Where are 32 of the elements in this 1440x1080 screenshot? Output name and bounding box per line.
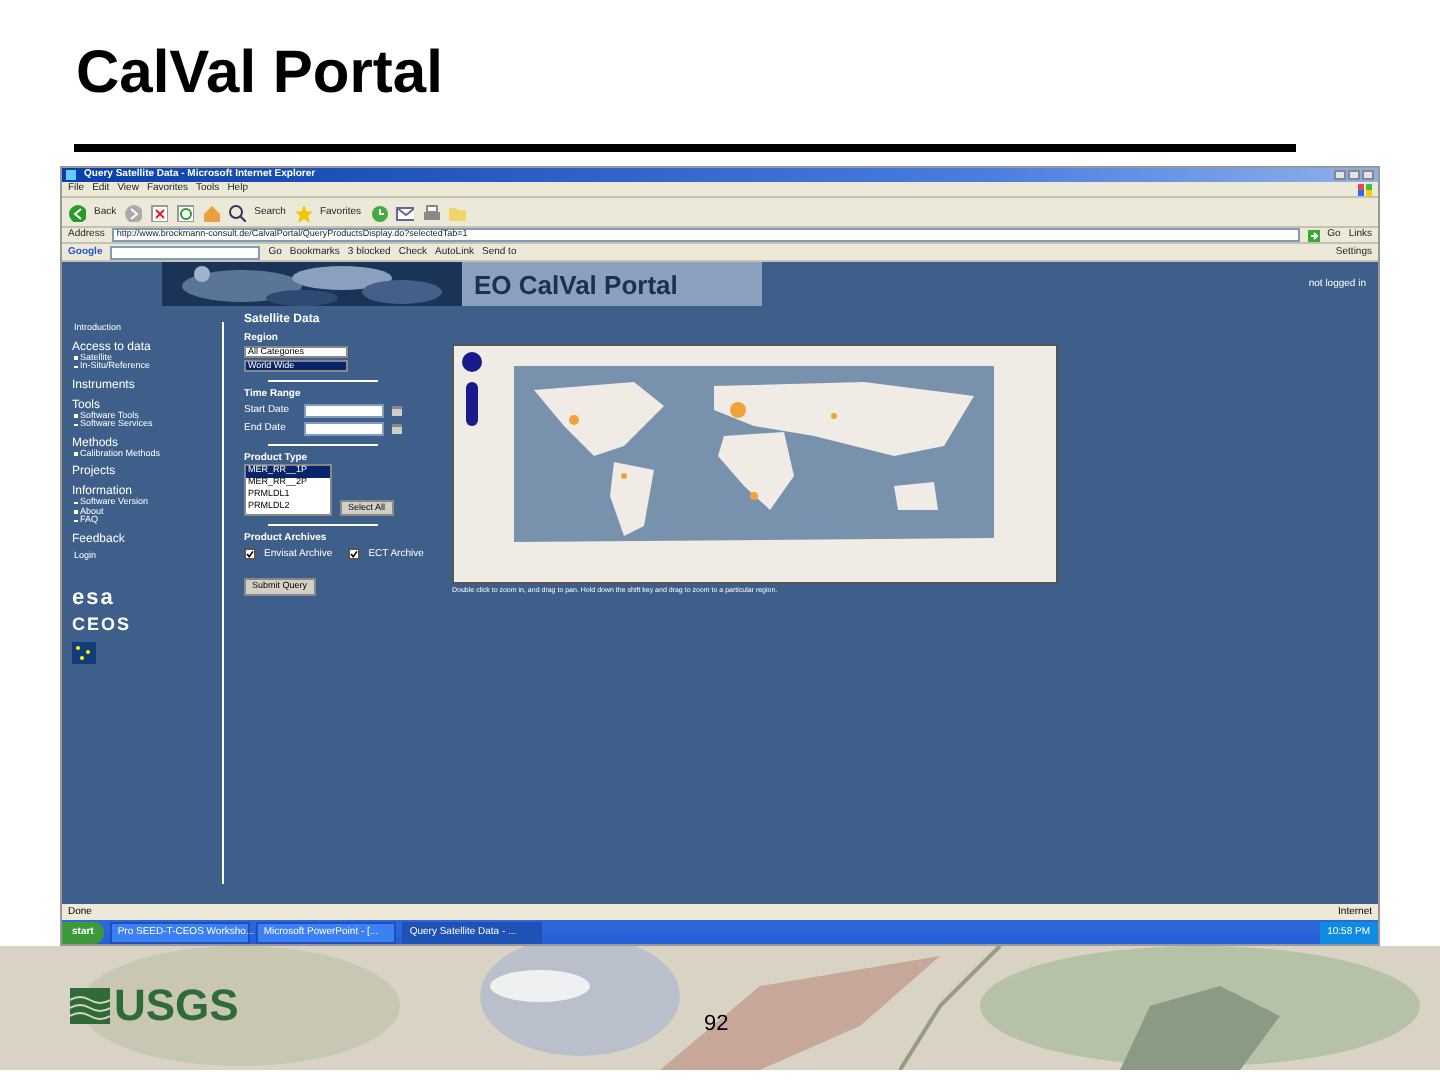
minimize-button[interactable] <box>1334 170 1346 180</box>
refresh-icon[interactable] <box>176 203 195 221</box>
usgs-emblem-icon <box>70 988 110 1024</box>
calendar-icon[interactable] <box>392 424 402 434</box>
mail-icon[interactable] <box>395 203 414 221</box>
pan-zoom-controls-drawing[interactable] <box>462 350 482 430</box>
maximize-button[interactable] <box>1348 170 1360 180</box>
page-number: 92 <box>704 1010 729 1040</box>
date-field[interactable] <box>304 422 384 436</box>
date-field[interactable] <box>304 404 384 418</box>
search-field[interactable] <box>110 245 261 259</box>
back-icon <box>68 203 86 221</box>
flag-icon <box>72 642 96 664</box>
slide-title: CalVal Portal <box>76 44 445 104</box>
esa-logo: esa <box>72 588 117 610</box>
stop-icon[interactable] <box>150 203 169 221</box>
search-icon <box>228 203 247 221</box>
go-arrow-icon[interactable] <box>1307 229 1320 241</box>
close-button[interactable] <box>1362 170 1374 180</box>
home-icon[interactable] <box>202 203 221 221</box>
clock-icon[interactable] <box>369 203 388 221</box>
ie-icon <box>66 170 76 180</box>
checkbox[interactable] <box>348 548 361 560</box>
calendar-icon[interactable] <box>392 406 402 416</box>
checkbox[interactable] <box>244 548 256 560</box>
ceos-logo: CEOS <box>72 616 134 634</box>
star-icon <box>293 203 312 221</box>
printer-icon[interactable] <box>421 203 440 221</box>
forward-icon[interactable] <box>124 203 143 221</box>
windows-flag-icon <box>1358 183 1372 195</box>
usgs-logo-text: USGS <box>114 984 239 1028</box>
portal-title: EO CalVal Portal <box>462 262 762 306</box>
